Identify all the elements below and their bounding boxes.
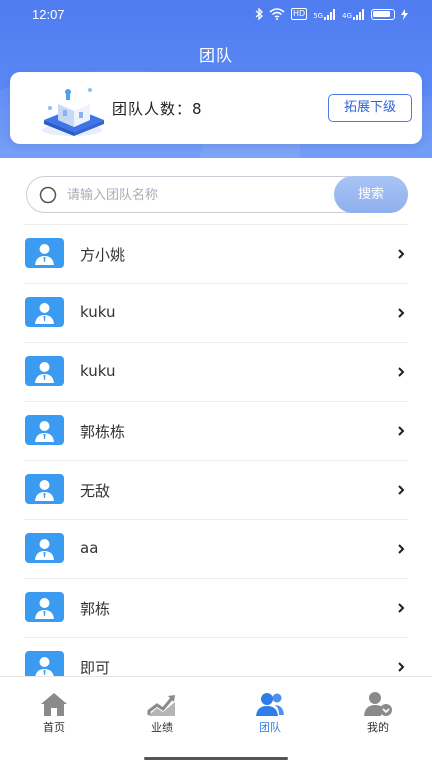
tab-profile[interactable]: 我的 — [338, 691, 418, 735]
chart-icon — [147, 695, 175, 716]
profile-icon — [364, 692, 392, 716]
list-item[interactable]: 郭栋栋 — [24, 401, 408, 460]
search-bar: 搜索 — [26, 176, 408, 213]
signal-4g-icon: 4G — [342, 8, 365, 20]
signal-5g-label: 5G — [313, 11, 324, 20]
member-name: kuku — [80, 362, 116, 380]
search-icon — [39, 186, 57, 204]
tab-label: 团队 — [259, 721, 281, 734]
bluetooth-icon — [255, 8, 263, 20]
list-item[interactable]: 郭栋 — [24, 578, 408, 637]
search-button[interactable]: 搜索 — [334, 176, 408, 213]
team-count: 团队人数：8 — [112, 100, 203, 118]
signal-bars-icon — [324, 8, 336, 20]
user-avatar-icon — [25, 474, 64, 504]
user-avatar-icon — [25, 238, 64, 268]
home-icon — [41, 693, 67, 716]
user-avatar-icon — [25, 592, 64, 622]
status-icons: HD 5G 4G — [255, 8, 408, 20]
expand-subordinate-button[interactable]: 拓展下级 — [328, 94, 412, 122]
team-icon — [256, 693, 284, 716]
member-name: 即可 — [80, 659, 111, 677]
user-avatar-icon — [25, 533, 64, 563]
list-item[interactable]: aa — [24, 519, 408, 578]
page-title: 团队 — [198, 46, 233, 65]
signal-bars-icon — [353, 8, 364, 20]
member-name: 郭栋 — [80, 600, 111, 618]
bottom-tab-bar: 首页 业绩 团队 我的 — [0, 676, 432, 768]
chevron-right-icon — [398, 603, 405, 613]
chevron-right-icon — [398, 426, 405, 436]
list-item[interactable]: 无敌 — [24, 460, 408, 519]
tab-home[interactable]: 首页 — [14, 691, 94, 735]
chevron-right-icon — [398, 367, 405, 377]
member-list: 方小姚 kuku kuku 郭栋栋 无敌 aa 郭栋 即可 — [24, 224, 408, 696]
header-banner: 12:07 HD 5G 4G 团队 团队人数：8 拓展下级 — [0, 0, 432, 158]
member-name: kuku — [80, 303, 116, 321]
user-avatar-icon — [25, 356, 64, 386]
status-time: 12:07 — [32, 7, 65, 22]
tab-label: 首页 — [43, 721, 65, 734]
battery-icon — [371, 8, 395, 20]
list-item[interactable]: 方小姚 — [24, 224, 408, 283]
user-avatar-icon — [25, 297, 64, 327]
charging-icon — [401, 8, 408, 20]
member-name: 无敌 — [80, 482, 111, 500]
list-item[interactable]: kuku — [24, 283, 408, 342]
signal-4g-label: 4G — [342, 11, 352, 20]
chevron-right-icon — [398, 308, 405, 318]
home-indicator[interactable] — [144, 757, 288, 760]
chevron-right-icon — [398, 662, 405, 672]
chevron-right-icon — [398, 485, 405, 495]
team-summary-card: 团队人数：8 拓展下级 — [10, 72, 422, 144]
user-avatar-icon — [25, 415, 64, 445]
member-name: 方小姚 — [80, 246, 126, 264]
chevron-right-icon — [398, 544, 405, 554]
team-building-illustration — [42, 88, 104, 136]
chevron-right-icon — [398, 249, 405, 259]
wifi-icon — [269, 8, 285, 20]
status-bar: 12:07 HD 5G 4G — [0, 0, 432, 30]
tab-team[interactable]: 团队 — [230, 691, 310, 735]
tab-label: 业绩 — [151, 721, 173, 734]
member-name: 郭栋栋 — [80, 423, 126, 441]
hd-icon: HD — [291, 8, 308, 20]
signal-5g-icon: 5G — [313, 8, 336, 20]
tab-performance[interactable]: 业绩 — [122, 691, 202, 735]
search-input[interactable] — [67, 181, 317, 209]
tab-label: 我的 — [367, 721, 389, 734]
member-name: aa — [80, 539, 99, 557]
list-item[interactable]: kuku — [24, 342, 408, 401]
